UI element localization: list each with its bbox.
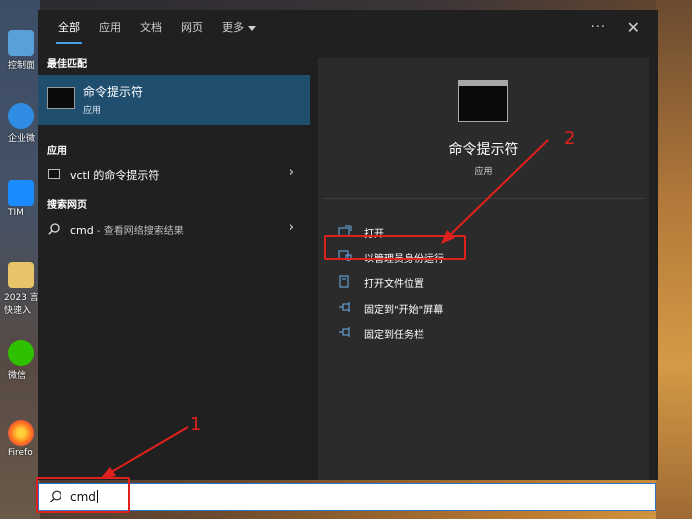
results-panel: 最佳匹配 命令提示符 应用 应用 vctl 的命令提示符 › 搜索网页 cmd … <box>38 48 310 480</box>
more-options-button[interactable]: ··· <box>591 10 606 46</box>
best-match-item[interactable]: 命令提示符 应用 <box>38 75 310 125</box>
web-result-label: cmd - 查看网络搜索结果 <box>70 222 184 237</box>
tab-all[interactable]: 全部 <box>56 10 82 48</box>
highlight-box-run-as-admin <box>324 235 466 260</box>
search-box[interactable]: cmd <box>38 483 656 511</box>
file-location-icon <box>339 275 349 288</box>
action-pin-to-taskbar-label: 固定到任务栏 <box>364 330 424 341</box>
filter-tabs-bar: 全部 应用 文档 网页 更多 ··· ✕ <box>38 10 658 48</box>
desktop-right <box>656 0 692 519</box>
action-pin-to-taskbar[interactable]: 固定到任务栏 <box>338 322 638 344</box>
app-result-item[interactable]: vctl 的命令提示符 › <box>38 161 310 187</box>
cmd-large-icon <box>458 80 508 122</box>
action-open-file-location-label: 打开文件位置 <box>364 279 424 290</box>
control-panel-icon <box>8 30 34 56</box>
desktop-icon-firefox[interactable]: Firefo <box>0 420 40 458</box>
chevron-right-icon[interactable]: › <box>289 165 294 180</box>
divider <box>322 198 645 199</box>
web-result-suffix: - 查看网络搜索结果 <box>93 226 184 237</box>
best-match-header: 最佳匹配 <box>47 59 87 70</box>
desktop-icon-folder[interactable]: 2023 言 快速入 <box>0 262 40 316</box>
pin-icon <box>339 327 350 337</box>
tab-more[interactable]: 更多 <box>222 10 256 48</box>
wechat-icon <box>8 340 34 366</box>
tab-web[interactable]: 网页 <box>181 10 203 48</box>
action-open-file-location[interactable]: 打开文件位置 <box>338 271 638 293</box>
tim-icon <box>8 180 34 206</box>
step-number-2: 2 <box>564 128 576 149</box>
folder-icon <box>8 262 34 288</box>
best-match-title: 命令提示符 <box>83 85 144 99</box>
close-button[interactable]: ✕ <box>627 10 640 46</box>
preview-panel: 命令提示符 应用 打开 以管理员身份运行 打开文件位置 固定到"开始"屏幕 固定… <box>318 58 649 480</box>
tab-more-label: 更多 <box>222 21 244 34</box>
wecom-icon <box>8 103 34 129</box>
tab-documents[interactable]: 文档 <box>140 10 162 48</box>
preview-subtitle: 应用 <box>474 167 493 177</box>
desktop-icon-wecom[interactable]: 企业微 <box>0 103 40 144</box>
app-result-label: vctl 的命令提示符 <box>70 169 160 182</box>
desktop-icon-wechat[interactable]: 微信 <box>0 340 40 381</box>
desktop-left: 控制面 企业微 TIM 2023 言 快速入 微信 Firefo <box>0 0 40 519</box>
pin-icon <box>339 302 350 312</box>
terminal-icon <box>48 169 60 179</box>
desktop-icon-tim[interactable]: TIM <box>0 180 40 218</box>
action-pin-to-start-label: 固定到"开始"屏幕 <box>364 305 444 316</box>
chevron-down-icon <box>248 25 256 31</box>
action-pin-to-start[interactable]: 固定到"开始"屏幕 <box>338 297 638 319</box>
preview-title: 命令提示符 <box>448 142 519 158</box>
cmd-app-icon <box>47 87 75 109</box>
web-result-query: cmd <box>70 224 94 237</box>
web-search-header: 搜索网页 <box>47 200 87 211</box>
best-match-subtitle: 应用 <box>83 106 102 116</box>
desktop-icon-control-panel[interactable]: 控制面 <box>0 30 40 71</box>
chevron-right-icon[interactable]: › <box>289 220 294 235</box>
step-number-1: 1 <box>190 414 202 435</box>
firefox-icon <box>8 420 34 446</box>
web-result-item[interactable]: cmd - 查看网络搜索结果 › <box>38 216 310 242</box>
search-icon <box>48 223 60 235</box>
highlight-box-search <box>36 477 130 513</box>
apps-header: 应用 <box>47 146 67 157</box>
tab-apps[interactable]: 应用 <box>99 10 121 48</box>
